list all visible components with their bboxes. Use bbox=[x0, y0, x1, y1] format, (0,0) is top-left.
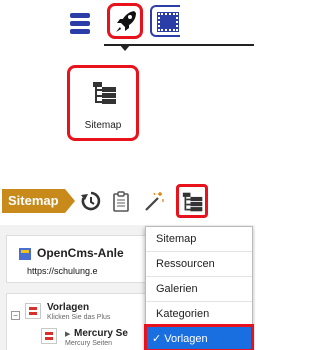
template-folder-icon bbox=[25, 303, 41, 319]
site-url: https://schulung.e bbox=[27, 266, 98, 276]
menu-item-sitemap[interactable]: Sitemap bbox=[146, 227, 252, 251]
checkmark-icon: ✓ bbox=[152, 333, 162, 345]
menu-item-ressourcen[interactable]: Ressourcen bbox=[146, 251, 252, 275]
site-title: OpenCms-Anle bbox=[37, 246, 124, 260]
collapse-icon[interactable]: − bbox=[11, 311, 20, 320]
sitemap-title-badge: Sitemap bbox=[2, 189, 75, 213]
history-icon[interactable] bbox=[80, 190, 102, 212]
select-area-icon[interactable] bbox=[150, 5, 180, 37]
rocket-icon[interactable] bbox=[107, 3, 143, 39]
site-icon bbox=[19, 248, 31, 260]
pointer-arrow bbox=[119, 44, 131, 51]
expand-arrow-icon[interactable]: ▶ bbox=[65, 330, 70, 338]
menu-item-vorlagen[interactable]: ✓ Vorlagen bbox=[144, 324, 254, 350]
tree-child-subtitle: Mercury Seiten bbox=[65, 340, 113, 347]
sitemap-launcher-label: Sitemap bbox=[84, 120, 122, 131]
sitemap-view-dropdown: Sitemap Ressourcen Galerien Kategorien ✓… bbox=[144, 226, 254, 350]
menu-icon[interactable] bbox=[70, 7, 96, 37]
menu-item-galerien[interactable]: Galerien bbox=[146, 276, 252, 300]
sitemap-toolbar: Sitemap bbox=[0, 183, 255, 223]
sitemap-tree-icon bbox=[182, 192, 203, 212]
tree-child-label[interactable]: Mercury Se bbox=[74, 328, 128, 339]
sitemap-launcher-button[interactable]: Sitemap bbox=[67, 65, 139, 141]
top-toolbar bbox=[0, 0, 255, 51]
template-page-icon bbox=[41, 328, 57, 344]
sitemap-tree-icon bbox=[93, 82, 116, 104]
clipboard-icon[interactable] bbox=[110, 190, 132, 212]
magic-wand-icon[interactable] bbox=[143, 190, 165, 212]
tree-item-label[interactable]: Vorlagen bbox=[47, 302, 89, 313]
sitemap-view-button[interactable] bbox=[176, 184, 208, 218]
menu-item-kategorien[interactable]: Kategorien bbox=[146, 301, 252, 325]
tree-item-subtitle: Klicken Sie das Plus bbox=[47, 314, 111, 321]
